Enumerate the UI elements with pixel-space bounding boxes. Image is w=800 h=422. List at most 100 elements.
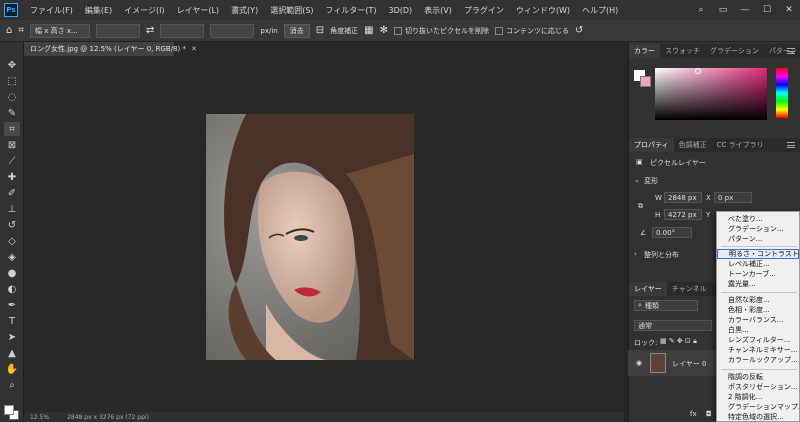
menu-3d[interactable]: 3D(D) xyxy=(383,6,419,15)
height-field[interactable] xyxy=(160,23,205,38)
tab-color[interactable]: カラー xyxy=(629,44,660,58)
menu-item-gradient[interactable]: グラデーション... xyxy=(717,224,799,234)
pen-tool-icon[interactable]: ✒ xyxy=(4,298,20,312)
menu-item-solid-color[interactable]: べた塗り... xyxy=(717,214,799,224)
menu-item-photo-filter[interactable]: レンズフィルター... xyxy=(717,335,799,345)
tab-gradients[interactable]: グラデーション xyxy=(705,44,764,58)
close-icon[interactable]: ✕ xyxy=(778,5,800,15)
dodge-tool-icon[interactable]: ◐ xyxy=(4,282,20,296)
status-zoom[interactable]: 12.5% xyxy=(30,414,49,421)
menu-filter[interactable]: フィルター(T) xyxy=(320,5,383,16)
menu-item-posterize[interactable]: ポスタリゼーション... xyxy=(717,382,799,392)
straighten-icon[interactable]: ⊟ xyxy=(316,25,324,36)
height-input[interactable]: 4272 px xyxy=(664,209,702,220)
healing-tool-icon[interactable]: ✚ xyxy=(4,170,20,184)
menu-item-exposure[interactable]: 露光量... xyxy=(717,279,799,289)
layer-name[interactable]: レイヤー 0 xyxy=(672,359,706,369)
link-icon[interactable]: ⧉ xyxy=(638,202,643,211)
frame-tool-icon[interactable]: ⊠ xyxy=(4,138,20,152)
lasso-tool-icon[interactable]: ◌ xyxy=(4,90,20,104)
menu-item-levels[interactable]: レベル補正... xyxy=(717,259,799,269)
menu-item-black-white[interactable]: 白黒... xyxy=(717,325,799,335)
swap-icon[interactable]: ⇄ xyxy=(146,25,154,36)
menu-item-pattern[interactable]: パターン... xyxy=(717,234,799,244)
menu-layer[interactable]: レイヤー(L) xyxy=(171,5,225,16)
tab-cc-libraries[interactable]: CC ライブラリ xyxy=(712,138,769,152)
menu-view[interactable]: 表示(V) xyxy=(418,5,458,16)
layer-kind-filter[interactable]: ⌕ 種類 xyxy=(634,300,698,311)
minimize-icon[interactable]: — xyxy=(734,5,756,15)
eyedropper-tool-icon[interactable]: ⟋ xyxy=(4,154,20,168)
move-tool-icon[interactable]: ✥ xyxy=(4,58,20,72)
zoom-tool-icon[interactable]: ⌕ xyxy=(4,378,20,392)
straighten-label[interactable]: 角度補正 xyxy=(330,26,358,36)
menu-item-brightness-contrast[interactable]: 明るさ・コントラスト... xyxy=(717,249,799,259)
tab-adjustments[interactable]: 色調補正 xyxy=(674,138,712,152)
angle-input[interactable]: 0.00° xyxy=(652,227,692,238)
portrait-photo[interactable] xyxy=(206,114,414,360)
layer-row[interactable]: ◉ レイヤー 0 xyxy=(628,350,716,376)
overlay-grid-icon[interactable]: ▦ xyxy=(364,25,373,36)
menu-image[interactable]: イメージ(I) xyxy=(118,5,170,16)
tab-channels[interactable]: チャンネル xyxy=(667,282,712,296)
crop-tool-preset-icon[interactable]: ⌗ xyxy=(18,25,24,36)
blur-tool-icon[interactable]: ● xyxy=(4,266,20,280)
canvas-area[interactable] xyxy=(24,56,624,412)
menu-item-selective-color[interactable]: 特定色域の選択... xyxy=(717,412,799,422)
gear-icon[interactable]: ✻ xyxy=(380,25,388,36)
color-bg-swatch[interactable] xyxy=(640,76,651,87)
delete-cropped-checkbox[interactable]: 切り抜いたピクセルを削除 xyxy=(393,26,489,36)
shape-tool-icon[interactable]: ▲ xyxy=(4,346,20,360)
menu-item-invert[interactable]: 階調の反転 xyxy=(717,372,799,382)
menu-edit[interactable]: 編集(E) xyxy=(79,5,118,16)
type-tool-icon[interactable]: T xyxy=(4,314,20,328)
home-icon[interactable]: ⌂ xyxy=(6,25,12,36)
tab-properties[interactable]: プロパティ xyxy=(629,138,674,152)
reset-icon[interactable]: ↺ xyxy=(575,25,583,36)
menu-item-color-lookup[interactable]: カラールックアップ... xyxy=(717,355,799,365)
clear-button[interactable]: 消去 xyxy=(283,23,310,38)
menu-item-channel-mixer[interactable]: チャンネルミキサー... xyxy=(717,345,799,355)
menu-item-curves[interactable]: トーンカーブ... xyxy=(717,269,799,279)
close-tab-icon[interactable]: ✕ xyxy=(191,45,197,53)
menu-type[interactable]: 書式(Y) xyxy=(225,5,264,16)
menu-plugins[interactable]: プラグイン xyxy=(458,5,510,16)
menu-select[interactable]: 選択範囲(S) xyxy=(264,5,319,16)
resolution-unit[interactable]: px/in xyxy=(260,27,277,35)
menu-item-color-balance[interactable]: カラーバランス... xyxy=(717,315,799,325)
resolution-field[interactable] xyxy=(210,23,255,38)
stamp-tool-icon[interactable]: ⊥ xyxy=(4,202,20,216)
hue-slider[interactable] xyxy=(776,68,788,118)
blend-mode-select[interactable]: 通常 xyxy=(634,320,712,331)
align-chevron-icon[interactable]: › xyxy=(634,250,637,258)
search-icon[interactable]: ⌕ xyxy=(690,5,712,15)
fx-icon[interactable]: fx xyxy=(690,410,697,418)
history-brush-tool-icon[interactable]: ↺ xyxy=(4,218,20,232)
ratio-select[interactable]: 幅 x 高さ x... xyxy=(30,23,90,38)
menu-item-threshold[interactable]: 2 階調化... xyxy=(717,392,799,402)
menu-item-vibrance[interactable]: 自然な彩度... xyxy=(717,295,799,305)
panel-menu-icon[interactable] xyxy=(787,48,795,54)
lock-icons[interactable]: ▦ ✎ ✥ ⊡ 🔒︎ xyxy=(660,337,697,346)
hand-tool-icon[interactable]: ✋ xyxy=(4,362,20,376)
transform-chevron-icon[interactable]: ⌄ xyxy=(634,176,640,184)
add-mask-icon[interactable]: ◘ xyxy=(706,410,712,418)
menu-file[interactable]: ファイル(F) xyxy=(24,5,79,16)
layer-visibility-eye-icon[interactable]: ◉ xyxy=(636,359,642,367)
menu-item-gradient-map[interactable]: グラデーションマップ... xyxy=(717,402,799,412)
menu-item-hue-saturation[interactable]: 色相・彩度... xyxy=(717,305,799,315)
path-select-tool-icon[interactable]: ➤ xyxy=(4,330,20,344)
properties-menu-icon[interactable] xyxy=(787,142,795,148)
brush-tool-icon[interactable]: ✐ xyxy=(4,186,20,200)
workspace-icon[interactable]: ▭ xyxy=(712,5,734,15)
paint-bucket-tool-icon[interactable]: ◈ xyxy=(4,250,20,264)
tab-swatches[interactable]: スウォッチ xyxy=(660,44,705,58)
x-input[interactable]: 0 px xyxy=(714,192,752,203)
color-spectrum-picker[interactable] xyxy=(655,68,767,120)
crop-tool-icon[interactable]: ⌗ xyxy=(4,122,20,136)
width-input[interactable]: 2848 px xyxy=(664,192,702,203)
tab-layers[interactable]: レイヤー xyxy=(629,282,667,296)
menu-help[interactable]: ヘルプ(H) xyxy=(576,5,624,16)
eraser-tool-icon[interactable]: ◇ xyxy=(4,234,20,248)
foreground-color-swatch[interactable] xyxy=(4,405,14,415)
